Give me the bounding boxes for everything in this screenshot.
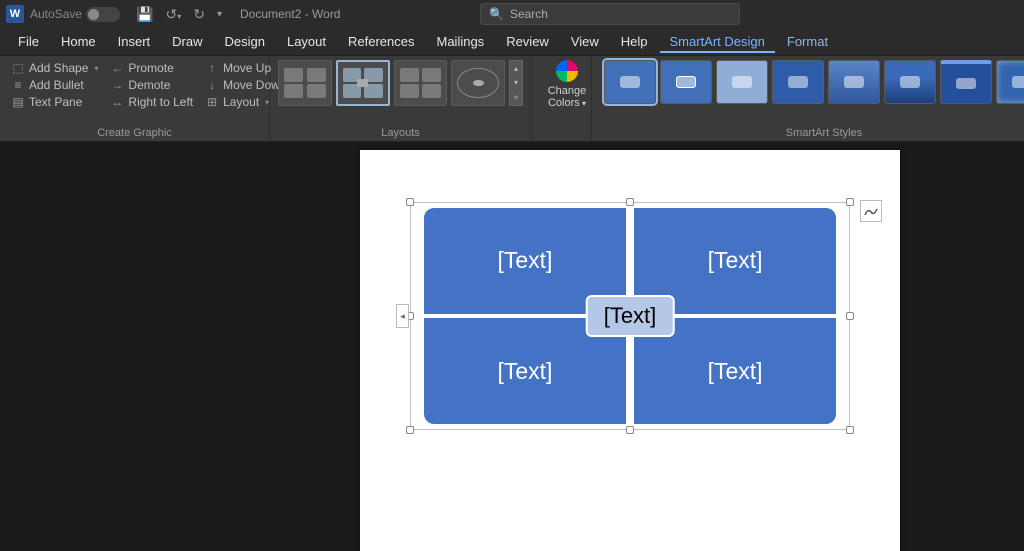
expand-icon: ▿ <box>514 93 518 102</box>
style-thumb-2[interactable] <box>660 60 712 104</box>
menu-smartart-design[interactable]: SmartArt Design <box>660 30 775 53</box>
resize-handle-bm[interactable] <box>626 426 634 434</box>
style-thumb-6[interactable] <box>884 60 936 104</box>
layout-thumb-3[interactable] <box>394 60 448 106</box>
menu-mailings[interactable]: Mailings <box>427 30 495 53</box>
ribbon: ⬚Add Shape▾ ←Promote ↑Move Up ≡Add Bulle… <box>0 56 1024 142</box>
qat-customize-icon[interactable]: ▾ <box>211 9 228 20</box>
text-pane-icon: ▤ <box>11 95 25 109</box>
text-pane-expand-tab[interactable]: ◂ <box>396 304 409 328</box>
document-area[interactable]: ◂ [Text] [Text] [Text] [Text] [Text] <box>0 142 1024 551</box>
menu-design[interactable]: Design <box>215 30 275 53</box>
menu-file[interactable]: File <box>8 30 49 53</box>
layout-icon: ⊞ <box>205 95 219 109</box>
autosave-control[interactable]: AutoSave <box>24 7 130 22</box>
resize-handle-br[interactable] <box>846 426 854 434</box>
style-thumb-7[interactable] <box>940 60 992 104</box>
style-thumb-3[interactable] <box>716 60 768 104</box>
redo-icon[interactable]: ↻ <box>187 6 211 23</box>
menu-insert[interactable]: Insert <box>108 30 161 53</box>
add-shape-icon: ⬚ <box>11 61 25 75</box>
move-down-icon: ↓ <box>205 78 219 92</box>
menu-references[interactable]: References <box>338 30 424 53</box>
smartart-graphic[interactable]: [Text] [Text] [Text] [Text] [Text] <box>424 208 836 424</box>
style-thumb-5[interactable] <box>828 60 880 104</box>
add-bullet-icon: ≡ <box>11 78 25 92</box>
search-box[interactable]: 🔍 Search <box>480 3 740 25</box>
layout-thumb-2[interactable] <box>336 60 390 106</box>
smartart-center[interactable]: [Text] <box>586 295 675 337</box>
layout-thumb-1[interactable] <box>278 60 332 106</box>
layout-thumb-4[interactable] <box>451 60 505 106</box>
layout-options-button[interactable] <box>860 200 882 222</box>
rtl-icon: ↔ <box>110 95 124 109</box>
chevron-left-icon: ◂ <box>400 311 405 322</box>
group-layouts: ▴ ▾ ▿ Layouts <box>270 56 532 141</box>
chevron-down-icon: ▾ <box>514 78 518 87</box>
smartart-selection-frame[interactable]: ◂ [Text] [Text] [Text] [Text] [Text] <box>410 202 850 430</box>
word-app-icon: W <box>6 5 24 23</box>
layout-options-icon <box>864 206 878 216</box>
group-label-layouts: Layouts <box>278 125 523 139</box>
undo-icon[interactable]: ↺▾ <box>159 6 187 23</box>
group-label-styles: SmartArt Styles <box>600 125 1024 139</box>
group-label-create-graphic: Create Graphic <box>8 125 261 139</box>
style-thumb-4[interactable] <box>772 60 824 104</box>
resize-handle-mr[interactable] <box>846 312 854 320</box>
demote-icon: → <box>110 78 124 92</box>
resize-handle-tm[interactable] <box>626 198 634 206</box>
group-create-graphic: ⬚Add Shape▾ ←Promote ↑Move Up ≡Add Bulle… <box>0 56 270 141</box>
style-thumb-8[interactable] <box>996 60 1024 104</box>
resize-handle-tl[interactable] <box>406 198 414 206</box>
style-thumb-1[interactable] <box>604 60 656 104</box>
autosave-toggle[interactable] <box>86 7 120 22</box>
right-to-left-button[interactable]: ↔Right to Left <box>107 94 196 110</box>
change-colors-button[interactable]: Change Colors ▾ <box>540 60 594 109</box>
title-bar: W AutoSave 💾 ↺▾ ↻ ▾ Document2 - Word 🔍 S… <box>0 0 1024 28</box>
search-icon: 🔍 <box>489 7 504 21</box>
demote-button[interactable]: →Demote <box>107 77 196 93</box>
menu-layout[interactable]: Layout <box>277 30 336 53</box>
menu-bar: File Home Insert Draw Design Layout Refe… <box>0 28 1024 56</box>
text-pane-button[interactable]: ▤Text Pane <box>8 94 101 110</box>
add-shape-button[interactable]: ⬚Add Shape▾ <box>8 60 101 76</box>
menu-format[interactable]: Format <box>777 30 838 53</box>
color-wheel-icon <box>556 60 578 82</box>
menu-help[interactable]: Help <box>611 30 658 53</box>
document-title: Document2 - Word <box>240 7 340 21</box>
menu-draw[interactable]: Draw <box>162 30 212 53</box>
menu-view[interactable]: View <box>561 30 609 53</box>
chevron-up-icon: ▴ <box>514 64 518 73</box>
autosave-label: AutoSave <box>30 7 82 21</box>
resize-handle-tr[interactable] <box>846 198 854 206</box>
add-bullet-button[interactable]: ≡Add Bullet <box>8 77 101 93</box>
layouts-gallery-expand[interactable]: ▴ ▾ ▿ <box>509 60 523 106</box>
menu-home[interactable]: Home <box>51 30 106 53</box>
menu-review[interactable]: Review <box>496 30 559 53</box>
promote-button[interactable]: ←Promote <box>107 60 196 76</box>
search-placeholder: Search <box>510 7 548 21</box>
resize-handle-bl[interactable] <box>406 426 414 434</box>
promote-icon: ← <box>110 61 124 75</box>
document-page[interactable]: ◂ [Text] [Text] [Text] [Text] [Text] <box>360 150 900 551</box>
group-smartart-styles: SmartArt Styles <box>592 56 1024 141</box>
group-change-colors: Change Colors ▾ <box>532 56 592 141</box>
move-up-icon: ↑ <box>205 61 219 75</box>
save-icon[interactable]: 💾 <box>130 6 159 23</box>
